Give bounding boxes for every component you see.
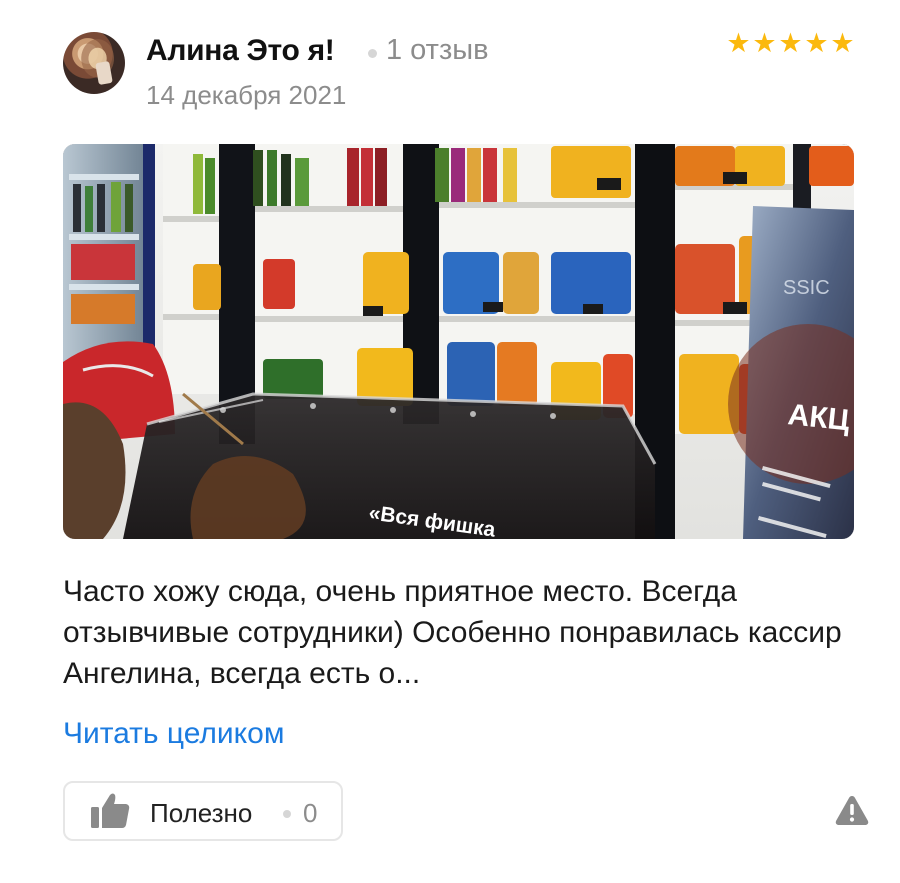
avatar[interactable] (63, 32, 125, 94)
useful-label: Полезно (150, 798, 253, 828)
rating-stars: ★ ★ ★ ★ ★ (726, 28, 855, 59)
useful-button[interactable]: Полезно 0 (63, 781, 343, 841)
star-icon: ★ (726, 28, 751, 59)
thumb-up-icon (91, 793, 130, 828)
review-photo-image: «Вся фишка SSIC АКЦ (63, 144, 854, 539)
star-icon: ★ (830, 28, 855, 59)
read-more-link[interactable]: Читать целиком (63, 717, 284, 751)
author-name[interactable]: Алина Это я! (146, 34, 335, 68)
warning-triangle-icon[interactable] (835, 794, 869, 826)
review-card: Алина Это я! 1 отзыв 14 декабря 2021 ★ ★… (0, 0, 900, 883)
separator-dot (368, 49, 377, 58)
review-photo[interactable]: «Вся фишка SSIC АКЦ (63, 144, 854, 539)
author-review-count: 1 отзыв (386, 34, 489, 66)
photo-sign-text: АКЦ (786, 398, 851, 437)
photo-sign-classic: SSIC (783, 277, 830, 299)
review-text: Часто хожу сюда, очень приятное место. В… (63, 575, 842, 690)
review-date: 14 декабря 2021 (146, 80, 347, 110)
useful-count: 0 (303, 798, 318, 828)
separator-dot (283, 810, 291, 818)
star-icon: ★ (778, 28, 803, 59)
star-icon: ★ (804, 28, 829, 59)
star-icon: ★ (752, 28, 777, 59)
